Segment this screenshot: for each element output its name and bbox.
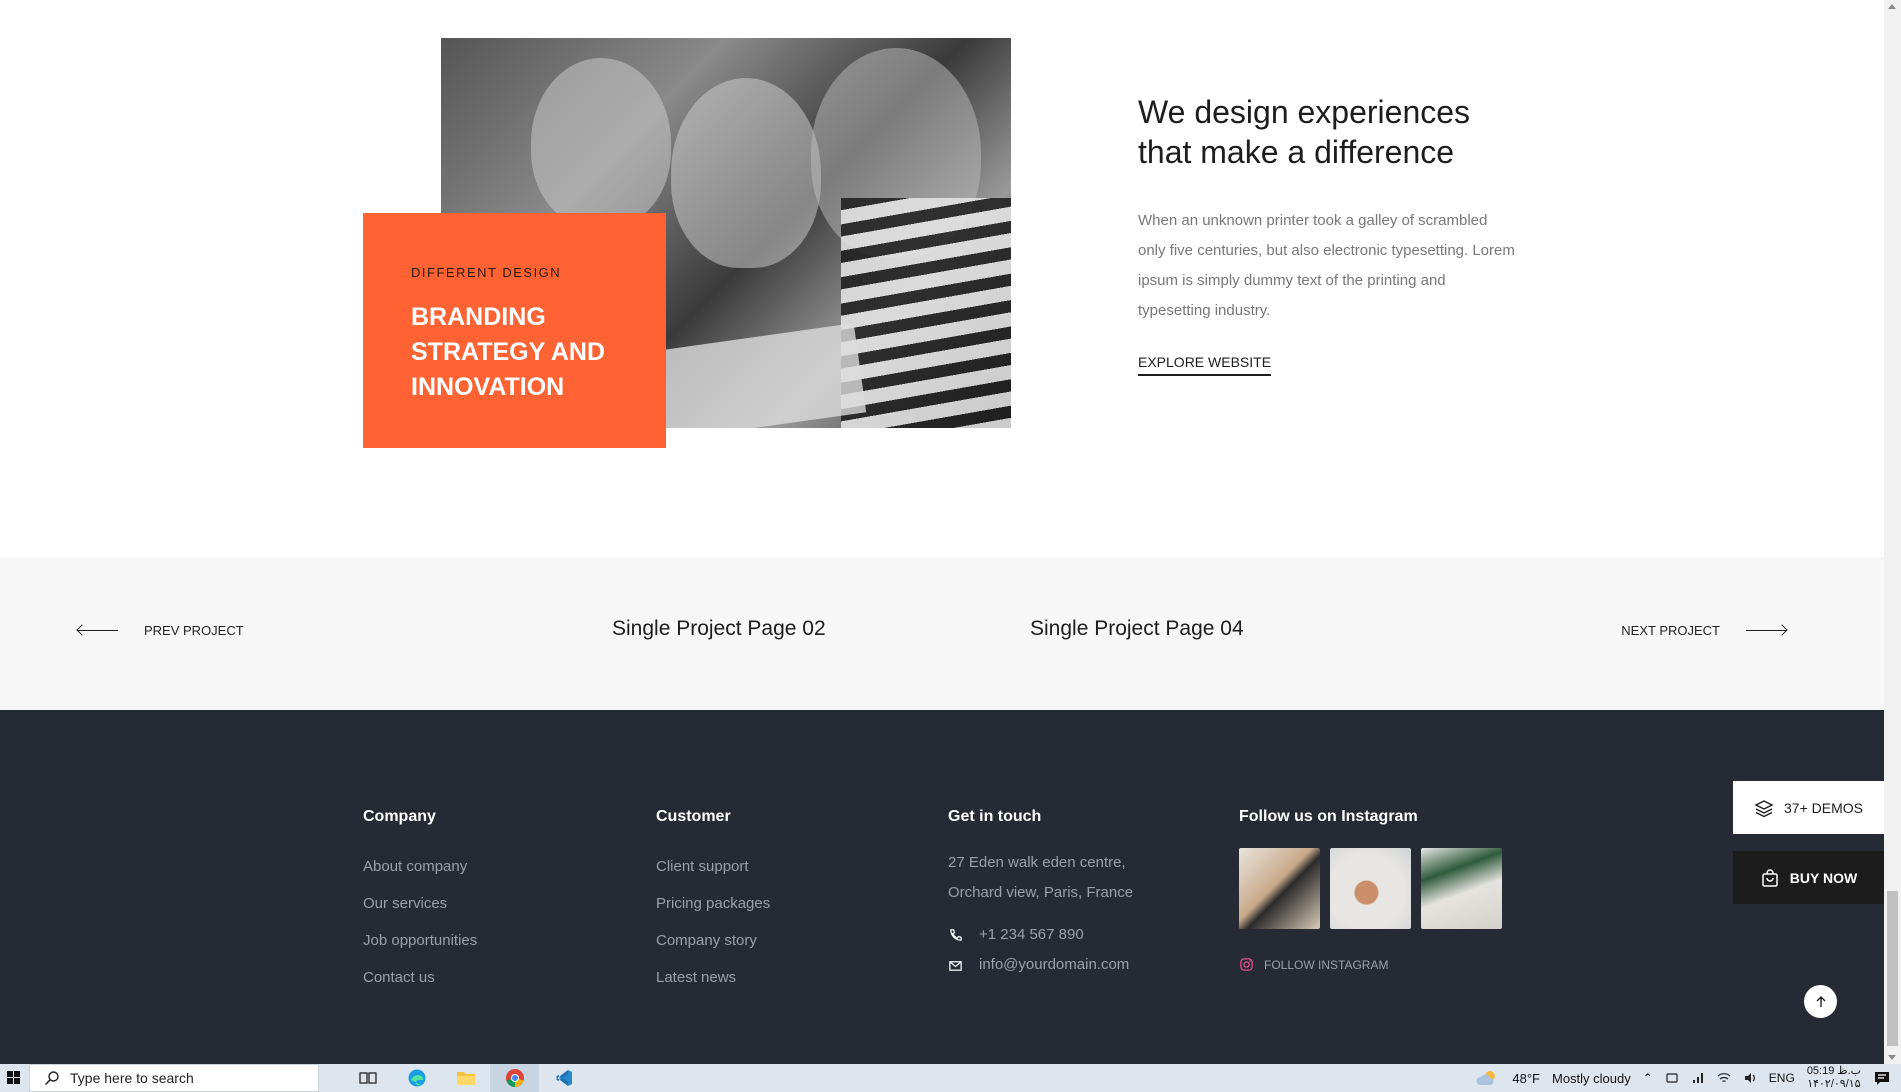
search-placeholder: Type here to search [70, 1070, 194, 1086]
next-project-label: NEXT PROJECT [1621, 623, 1720, 638]
phone-row[interactable]: +1 234 567 890 [948, 920, 1133, 950]
wifi-icon[interactable] [1717, 1071, 1731, 1085]
footer-company-heading: Company [363, 808, 436, 825]
taskbar-apps [343, 1064, 588, 1092]
demos-button[interactable]: 37+ DEMOS [1733, 781, 1884, 834]
instagram-photo[interactable] [1330, 848, 1411, 929]
layers-icon [1754, 799, 1774, 817]
arrow-left-icon [78, 630, 118, 631]
prev-project-link[interactable]: PREV PROJECT [78, 623, 244, 638]
instagram-icon [1240, 958, 1253, 971]
notifications-icon[interactable] [1873, 1069, 1891, 1087]
project-navigation: PREV PROJECT Single Project Page 02 Sing… [0, 557, 1884, 710]
weather-condition[interactable]: Mostly cloudy [1552, 1071, 1631, 1086]
footer-link-story[interactable]: Company story [656, 922, 770, 959]
clock-time: 05:19 ب.ظ [1806, 1065, 1861, 1077]
mail-icon [949, 960, 962, 971]
buy-now-label: BUY NOW [1789, 869, 1858, 886]
address-line-2: Orchard view, Paris, France [948, 884, 1134, 901]
footer-customer-heading: Customer [656, 808, 731, 825]
meet-now-icon[interactable] [1665, 1071, 1679, 1085]
taskbar-clock[interactable]: 05:19 ب.ظ ۱۴۰۲/۰۹/۱۵ [1807, 1065, 1861, 1091]
input-language[interactable]: ENG [1769, 1071, 1795, 1085]
card-eyebrow: DIFFERENT DESIGN [411, 265, 562, 280]
file-explorer-app[interactable] [441, 1064, 490, 1092]
edge-icon [408, 1069, 425, 1087]
prev-project-title[interactable]: Single Project Page 02 [612, 617, 826, 641]
next-project-title[interactable]: Single Project Page 04 [1030, 617, 1244, 641]
follow-instagram-label: FOLLOW INSTAGRAM [1264, 957, 1389, 972]
network-icon[interactable] [1691, 1071, 1705, 1085]
show-hidden-icons-chevron-icon[interactable]: ⌃ [1643, 1071, 1653, 1085]
footer-link-news[interactable]: Latest news [656, 959, 770, 996]
vscode-icon [555, 1070, 572, 1086]
explore-website-link[interactable]: EXPLORE WEBSITE [1138, 354, 1272, 376]
arrow-right-icon [1746, 630, 1786, 631]
chrome-icon [505, 1069, 524, 1087]
chrome-app[interactable] [490, 1064, 539, 1092]
footer-link-contact[interactable]: Contact us [363, 959, 477, 996]
footer-instagram: Follow us on Instagram FOLLOW INSTAGRAM [1239, 808, 1502, 972]
section-heading: We design experiences that make a differ… [1138, 94, 1471, 170]
task-view-icon [358, 1072, 377, 1084]
demos-label: 37+ DEMOS [1784, 799, 1863, 816]
vscode-app[interactable] [539, 1064, 588, 1092]
footer-link-jobs[interactable]: Job opportunities [363, 922, 477, 959]
scroll-up-arrow-icon[interactable] [1888, 4, 1896, 9]
email-address: info@yourdomain.com [979, 956, 1130, 973]
system-tray: 48°F Mostly cloudy ⌃ ENG 05:19 ب.ظ ۱۴۰۲/… [1476, 1064, 1901, 1092]
instagram-photo[interactable] [1421, 848, 1502, 929]
footer-customer: Customer Client support Pricing packages… [656, 808, 770, 996]
scroll-down-arrow-icon[interactable] [1888, 1055, 1896, 1060]
buy-now-button[interactable]: BUY NOW [1733, 851, 1884, 904]
volume-icon[interactable] [1743, 1071, 1757, 1085]
intro-block: We design experiences that make a differ… [1138, 92, 1518, 376]
footer-contact: Get in touch 27 Eden walk eden centre, O… [948, 808, 1133, 980]
footer-link-support[interactable]: Client support [656, 848, 770, 885]
taskbar-search[interactable]: Type here to search [29, 1064, 319, 1092]
search-icon [44, 1071, 59, 1086]
instagram-photo[interactable] [1239, 848, 1320, 929]
footer-link-about[interactable]: About company [363, 848, 477, 885]
section-description: When an unknown printer took a galley of… [1138, 212, 1515, 319]
follow-instagram-link[interactable]: FOLLOW INSTAGRAM [1239, 957, 1502, 972]
page-scrollbar[interactable] [1884, 0, 1901, 1064]
footer: Company About company Our services Job o… [0, 710, 1884, 1064]
weather-temperature[interactable]: 48°F [1512, 1071, 1540, 1086]
prev-project-label: PREV PROJECT [144, 623, 244, 638]
start-button[interactable] [0, 1064, 27, 1092]
next-project-link[interactable]: NEXT PROJECT [1621, 623, 1786, 638]
phone-icon [950, 928, 962, 941]
card-headline: BRANDING STRATEGY AND INNOVATION [411, 303, 605, 401]
shopping-bag-icon [1762, 868, 1778, 887]
footer-company: Company About company Our services Job o… [363, 808, 477, 996]
edge-app[interactable] [392, 1064, 441, 1092]
folder-icon [456, 1072, 475, 1085]
footer-instagram-heading: Follow us on Instagram [1239, 808, 1418, 825]
email-row[interactable]: info@yourdomain.com [948, 950, 1133, 980]
arrow-up-icon [1816, 995, 1825, 1007]
windows-logo-icon [6, 1071, 20, 1084]
instagram-gallery [1239, 848, 1502, 929]
footer-contact-heading: Get in touch [948, 808, 1042, 825]
address-line-1: 27 Eden walk eden centre, [948, 854, 1126, 871]
clock-date: ۱۴۰۲/۰۹/۱۵ [1807, 1078, 1861, 1090]
task-view-button[interactable] [343, 1064, 392, 1092]
footer-link-pricing[interactable]: Pricing packages [656, 885, 770, 922]
weather-cloud-icon [1476, 1071, 1496, 1085]
scrollbar-thumb[interactable] [1887, 891, 1898, 1046]
footer-link-services[interactable]: Our services [363, 885, 477, 922]
scroll-to-top-button[interactable] [1804, 985, 1837, 1018]
branding-card: DIFFERENT DESIGN BRANDING STRATEGY AND I… [363, 213, 666, 448]
phone-number: +1 234 567 890 [979, 926, 1084, 943]
taskbar: Type here to search 48°F Mostly cloudy ⌃… [0, 1064, 1901, 1092]
page: DIFFERENT DESIGN BRANDING STRATEGY AND I… [0, 0, 1884, 1064]
